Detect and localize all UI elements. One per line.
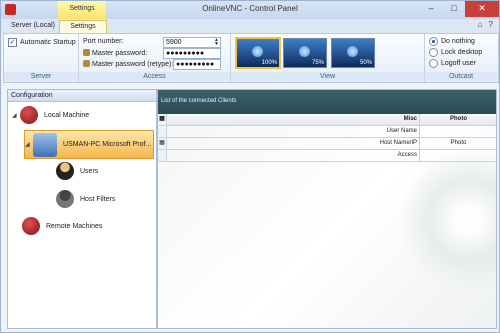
view-thumbnail-100[interactable]: 100% [235, 37, 281, 69]
port-input[interactable]: 5900 ▲ ▼ [163, 37, 221, 48]
remote-machines-icon [22, 217, 40, 235]
tree-label: Remote Machines [46, 222, 103, 230]
machine-icon [20, 106, 38, 124]
clients-panel: List of the connected Clients ▦ Misc Pho… [157, 89, 497, 329]
desktop-preview-icon [252, 46, 263, 57]
app-window: Settings OnlineVNC - Control Panel – □ ✕… [0, 0, 500, 333]
row-header-icon: ▦ [158, 138, 167, 149]
configuration-header: Configuration [8, 90, 156, 102]
desktop-preview-icon [347, 46, 358, 57]
host-filters-icon [56, 190, 74, 208]
port-label: Port number: [83, 38, 124, 45]
clients-header: List of the connected Clients [158, 90, 496, 114]
expanded-arrow-icon[interactable]: ◢ [25, 141, 33, 148]
view-thumbnail-label: 50% [359, 60, 372, 66]
radio-label: Do nothing [441, 38, 475, 45]
access-group-title: Access [79, 72, 230, 81]
outcast-group-title: Outcast [425, 72, 497, 81]
automatic-startup-label: Automatic Startup [20, 39, 76, 46]
close-icon[interactable]: ✕ [465, 1, 499, 17]
title-bar: Settings OnlineVNC - Control Panel – □ ✕ [1, 1, 499, 19]
view-thumbnail-label: 100% [261, 60, 277, 66]
tree-pc-item[interactable]: ◢ USMAN-PC Microsoft Prof... [24, 130, 154, 159]
tree-label: Users [80, 167, 99, 175]
tree-remote-machines[interactable]: Remote Machines [22, 217, 102, 235]
access-group: Port number: 5900 ▲ ▼ Master password: ●●… [79, 34, 231, 82]
home-icon[interactable]: ⌂ [478, 20, 483, 29]
ribbon-right-icons: ⌂? [472, 20, 493, 29]
tree-users[interactable]: Users [56, 162, 98, 180]
desktop-preview-icon [299, 46, 310, 57]
row-label: User Name [167, 126, 420, 137]
users-icon [56, 162, 74, 180]
grid-header-row: ▦ Misc Photo [158, 114, 496, 126]
minimize-icon[interactable]: – [421, 1, 441, 17]
radio-selected-icon [429, 37, 438, 46]
radio-icon [429, 48, 438, 57]
photo-cell [421, 150, 496, 161]
master-password-retype-label: Master password (retype): [92, 61, 174, 68]
radio-lock-desktop[interactable]: Lock desktop [429, 48, 482, 57]
key-icon [83, 60, 90, 67]
clients-grid: ▦ Misc Photo User Name ▦ Host Name/IP Ph… [158, 114, 496, 162]
tree-host-filters[interactable]: Host Filters [56, 190, 115, 208]
row-label: Host Name/IP [167, 138, 420, 149]
radio-icon [429, 59, 438, 68]
master-password-retype-field[interactable]: ●●●●●●●●● [173, 59, 221, 70]
view-group: 100% 75% 50% View [231, 34, 425, 82]
radio-do-nothing[interactable]: Do nothing [429, 37, 475, 46]
outcast-group: Do nothing Lock desktop Logoff user Outc… [425, 34, 497, 82]
view-thumbnail-label: 75% [311, 60, 324, 66]
ribbon-panel: ✓ Automatic Startup Server Port number: … [3, 33, 499, 83]
radio-label: Logoff user [441, 60, 476, 67]
master-password-field[interactable]: ●●●●●●●●● [163, 48, 221, 59]
expanded-arrow-icon[interactable]: ◢ [12, 112, 20, 119]
view-group-title: View [231, 72, 424, 81]
column-photo[interactable]: Photo [421, 114, 496, 125]
computer-icon [33, 132, 57, 157]
row-header [158, 126, 167, 137]
table-row[interactable]: ▦ Host Name/IP Photo [158, 138, 496, 150]
key-icon [83, 49, 90, 56]
tab-server-local[interactable]: Server (Local) [9, 20, 57, 33]
clients-title: List of the connected Clients [161, 98, 237, 104]
checkbox-check-icon: ✓ [8, 38, 17, 47]
tree-label: Host Filters [80, 195, 116, 203]
master-password-retype-label-wrap: Master password (retype): [83, 60, 173, 68]
background-dandelion [398, 150, 496, 290]
server-group: ✓ Automatic Startup Server [4, 34, 79, 82]
help-icon[interactable]: ? [489, 20, 493, 29]
radio-logoff-user[interactable]: Logoff user [429, 59, 476, 68]
port-value: 5900 [166, 39, 182, 46]
photo-cell: Photo [450, 140, 467, 146]
row-header-icon: ▦ [158, 114, 167, 125]
row-label: Access [167, 150, 420, 161]
column-misc[interactable]: Misc [167, 114, 420, 125]
tab-settings[interactable]: Settings [59, 20, 107, 34]
server-group-title: Server [4, 72, 78, 81]
view-thumbnail-50[interactable]: 50% [331, 38, 375, 68]
row-header [158, 150, 167, 161]
tree-local-machine[interactable]: ◢ Local Machine [12, 106, 89, 124]
maximize-icon[interactable]: □ [444, 1, 464, 17]
tree-label: Local Machine [44, 111, 90, 119]
port-spinner-icon[interactable]: ▲ ▼ [214, 38, 219, 47]
photo-cell [421, 126, 496, 137]
configuration-panel: Configuration ◢ Local Machine ◢ USMAN-PC… [7, 89, 157, 329]
view-thumbnail-75[interactable]: 75% [283, 38, 327, 68]
master-password-label: Master password: [92, 50, 148, 57]
table-row[interactable]: User Name [158, 126, 496, 138]
ribbon-tabs: Server (Local) Settings ⌂? [1, 19, 499, 34]
master-password-label-wrap: Master password: [83, 49, 147, 57]
automatic-startup-checkbox[interactable]: ✓ Automatic Startup [8, 38, 76, 47]
table-row[interactable]: Access [158, 150, 496, 162]
radio-label: Lock desktop [441, 49, 483, 56]
tree-label: USMAN-PC Microsoft Prof... [63, 141, 152, 148]
